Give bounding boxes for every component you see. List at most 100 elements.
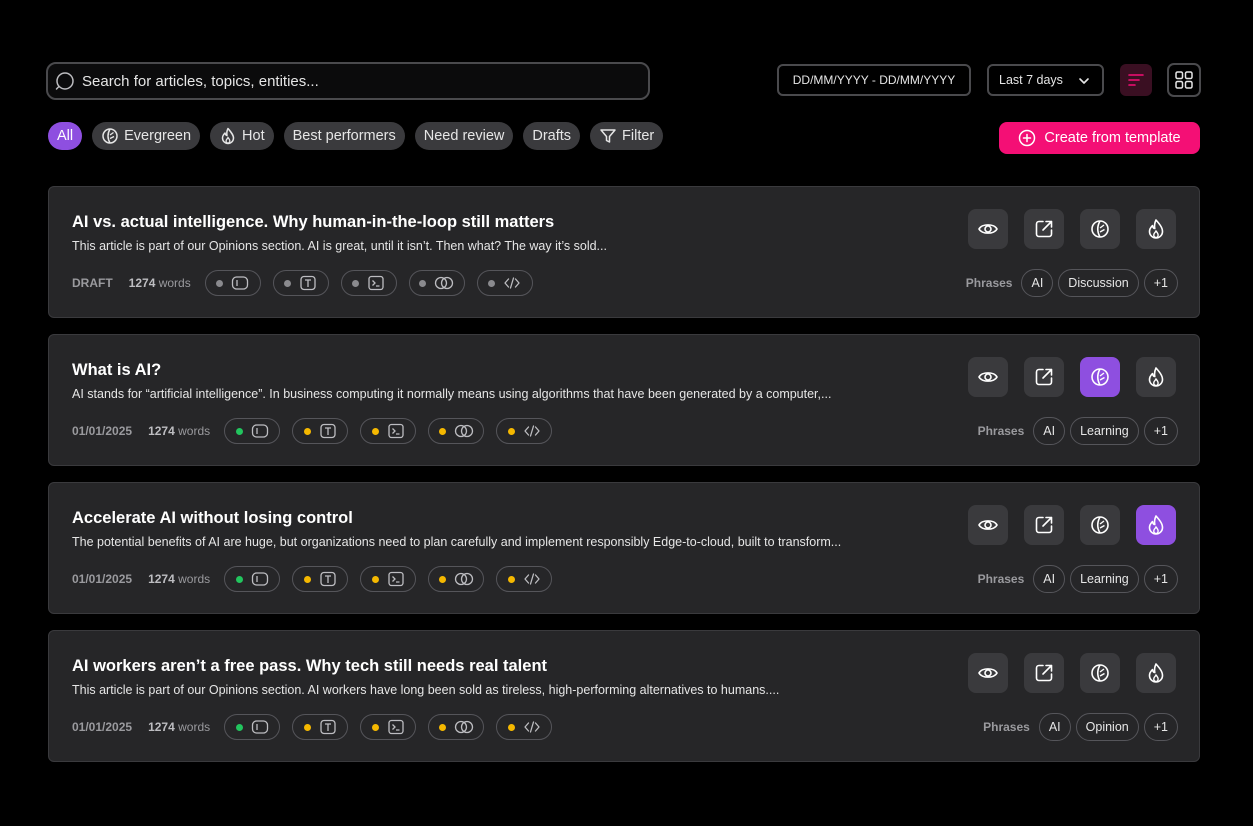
open-external-button[interactable] (1024, 653, 1064, 693)
tool-code[interactable] (496, 714, 553, 740)
article-meta: 01/01/2025 1274 words (72, 417, 564, 445)
date-range-picker[interactable]: DD/MM/YYYY - DD/MM/YYYY (777, 64, 971, 96)
evergreen-toggle[interactable] (1080, 209, 1120, 249)
text-cursor-icon (251, 424, 268, 438)
phrase-tag[interactable]: AI (1021, 269, 1054, 297)
tool-links[interactable] (428, 714, 485, 740)
grid-view-button[interactable] (1167, 63, 1201, 97)
chip-label: All (57, 128, 74, 144)
create-from-template-button[interactable]: Create from template (999, 122, 1200, 154)
tool-summary[interactable] (224, 566, 281, 592)
chip-evergreen[interactable]: Evergreen (92, 122, 201, 150)
phrase-tag[interactable]: Learning (1070, 417, 1139, 445)
tool-links[interactable] (428, 566, 485, 592)
sort-button[interactable] (1120, 64, 1152, 96)
open-external-button[interactable] (1024, 505, 1064, 545)
preview-button[interactable] (968, 653, 1008, 693)
chip-drafts[interactable]: Drafts (523, 122, 581, 150)
tool-code[interactable] (496, 566, 553, 592)
evergreen-toggle[interactable] (1080, 653, 1120, 693)
article-card[interactable]: What is AI? AI stands for “artificial in… (48, 334, 1200, 466)
leaf-icon (102, 128, 118, 144)
tool-code[interactable] (496, 418, 553, 444)
status-dot (235, 575, 243, 583)
status-dot (352, 279, 360, 287)
more-tags-badge[interactable]: +1 (1143, 713, 1178, 741)
phrase-tag[interactable]: Discussion (1058, 269, 1139, 297)
more-tags-badge[interactable]: +1 (1143, 565, 1178, 593)
tool-summary[interactable] (224, 418, 281, 444)
phrase-tag[interactable]: AI (1038, 713, 1071, 741)
article-card[interactable]: AI vs. actual intelligence. Why human-in… (48, 186, 1200, 318)
tool-typography[interactable] (272, 270, 329, 296)
tool-terminal[interactable] (360, 418, 417, 444)
search-input[interactable] (82, 72, 622, 90)
chip-filter[interactable]: Filter (590, 122, 664, 150)
status-dot (371, 427, 379, 435)
code-icon (523, 721, 540, 733)
link-icon (435, 276, 454, 290)
tool-summary[interactable] (204, 270, 261, 296)
flame-icon (1148, 367, 1164, 387)
phrase-tag[interactable]: AI (1033, 565, 1066, 593)
preview-button[interactable] (968, 357, 1008, 397)
article-card[interactable]: Accelerate AI without losing control The… (48, 482, 1200, 614)
tool-links[interactable] (428, 418, 485, 444)
tool-terminal[interactable] (340, 270, 397, 296)
hot-toggle[interactable] (1136, 653, 1176, 693)
flame-icon (1148, 219, 1164, 239)
chip-label: Best performers (292, 128, 396, 144)
text-t-icon (319, 719, 336, 735)
article-meta: 01/01/2025 1274 words (72, 713, 564, 741)
article-status: DRAFT (72, 276, 113, 290)
tool-summary[interactable] (224, 714, 281, 740)
grid-icon (1175, 71, 1193, 89)
eye-icon (978, 372, 998, 382)
text-t-icon (300, 275, 316, 291)
chip-all[interactable]: All (48, 122, 83, 150)
phrases-label: Phrases (977, 424, 1025, 438)
hot-toggle[interactable] (1136, 357, 1176, 397)
tool-links[interactable] (408, 270, 465, 296)
chip-need-review[interactable]: Need review (414, 122, 514, 150)
evergreen-toggle[interactable] (1080, 357, 1120, 397)
more-tags-badge[interactable]: +1 (1143, 417, 1178, 445)
external-link-icon (1035, 516, 1053, 534)
chip-label: Evergreen (124, 128, 192, 144)
hot-toggle[interactable] (1136, 505, 1176, 545)
tool-terminal[interactable] (360, 566, 417, 592)
text-t-icon (319, 423, 336, 439)
preview-button[interactable] (968, 505, 1008, 545)
article-status: 01/01/2025 (72, 572, 133, 586)
hot-toggle[interactable] (1136, 209, 1176, 249)
status-dot (303, 723, 311, 731)
open-external-button[interactable] (1024, 357, 1064, 397)
tool-typography[interactable] (292, 418, 349, 444)
article-title[interactable]: AI workers aren’t a free pass. Why tech … (72, 657, 547, 676)
tool-typography[interactable] (292, 566, 349, 592)
more-tags-badge[interactable]: +1 (1143, 269, 1178, 297)
open-external-button[interactable] (1024, 209, 1064, 249)
preview-button[interactable] (968, 209, 1008, 249)
phrase-tag[interactable]: AI (1033, 417, 1066, 445)
flame-icon (1148, 663, 1164, 683)
tool-typography[interactable] (292, 714, 349, 740)
chip-best-performers[interactable]: Best performers (283, 122, 405, 150)
article-card[interactable]: AI workers aren’t a free pass. Why tech … (48, 630, 1200, 762)
search-bar[interactable] (46, 62, 650, 100)
article-title[interactable]: Accelerate AI without losing control (72, 509, 353, 528)
article-title[interactable]: AI vs. actual intelligence. Why human-in… (72, 213, 554, 232)
period-dropdown[interactable]: Last 7 days (987, 64, 1104, 96)
external-link-icon (1035, 664, 1053, 682)
chip-hot[interactable]: Hot (210, 122, 274, 150)
phrase-tag[interactable]: Learning (1070, 565, 1139, 593)
evergreen-toggle[interactable] (1080, 505, 1120, 545)
status-dot (371, 723, 379, 731)
phrase-tag[interactable]: Opinion (1075, 713, 1139, 741)
tool-code[interactable] (476, 270, 533, 296)
external-link-icon (1035, 368, 1053, 386)
article-description: This article is part of our Opinions sec… (72, 683, 780, 697)
period-value: Last 7 days (999, 73, 1063, 87)
article-title[interactable]: What is AI? (72, 361, 161, 380)
tool-terminal[interactable] (360, 714, 417, 740)
